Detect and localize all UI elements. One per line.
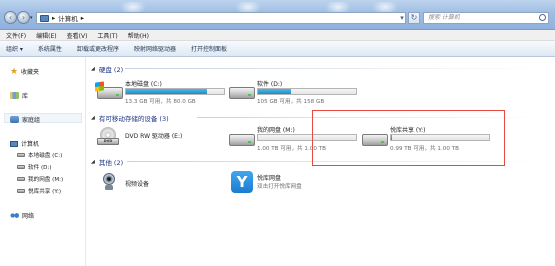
menu-file[interactable]: 文件(F) <box>6 31 26 40</box>
breadcrumb-separator[interactable]: ▸ <box>52 14 55 22</box>
breadcrumb-separator[interactable]: ▸ <box>81 14 84 22</box>
sidebar-item-drive-m[interactable]: 我的网盘 (M:) <box>17 175 63 183</box>
drive-name: 软件 (D:) <box>257 81 283 88</box>
computer-icon <box>10 140 18 147</box>
network-drive-icon <box>229 134 255 146</box>
sidebar-item-favorites[interactable]: ★ 收藏夹 <box>10 67 39 76</box>
sidebar-item-libraries[interactable]: 库 <box>10 91 28 100</box>
address-dropdown-button[interactable]: ▾ <box>397 13 407 23</box>
organize-button[interactable]: 组织 ▾ <box>6 44 23 53</box>
drive-free-space: 105 GB 可用，共 158 GB <box>257 99 325 105</box>
windows-logo-icon <box>95 81 104 92</box>
drive-tile-c[interactable]: 本地磁盘 (C:) 13.3 GB 可用，共 80.0 GB <box>95 79 225 107</box>
sidebar-item-label: 家庭组 <box>22 117 41 124</box>
hard-disk-icon <box>17 165 25 169</box>
star-icon: ★ <box>10 66 19 77</box>
sidebar-item-label: 软件 (D:) <box>28 165 52 171</box>
group-title: 硬盘 (2) <box>98 66 124 74</box>
refresh-button[interactable]: ↻ <box>408 12 420 24</box>
drive-name: DVD RW 驱动器 (E:) <box>125 133 183 140</box>
library-icon <box>10 92 19 99</box>
sidebar-item-label: 本地磁盘 (C:) <box>28 153 63 159</box>
drive-name: 我的网盘 (M:) <box>257 127 295 134</box>
sidebar-item-label: 收藏夹 <box>21 69 40 76</box>
search-placeholder: 搜索 计算机 <box>428 14 460 21</box>
forward-button[interactable]: › <box>17 11 30 24</box>
sidebar-item-label: 我的网盘 (M:) <box>28 177 64 183</box>
yueku-app-icon: Y <box>231 171 253 193</box>
group-header-hard-disks[interactable]: ◢ 硬盘 (2) <box>91 64 123 74</box>
sidebar-item-label: 网络 <box>22 213 35 220</box>
menu-tools[interactable]: 工具(T) <box>97 31 117 40</box>
drive-tile-dvd[interactable]: DVD DVD RW 驱动器 (E:) <box>95 125 205 149</box>
item-name: 悦库网盘 <box>257 175 282 182</box>
menu-bar: 文件(F) 编辑(E) 查看(V) 工具(T) 帮助(H) <box>0 30 555 41</box>
computer-icon <box>40 14 49 22</box>
sidebar-item-drive-c[interactable]: 本地磁盘 (C:) <box>17 151 62 159</box>
network-icon <box>10 212 19 219</box>
menu-help[interactable]: 帮助(H) <box>128 31 149 40</box>
sidebar-item-drive-d[interactable]: 软件 (D:) <box>17 163 52 171</box>
menu-view[interactable]: 查看(V) <box>67 31 88 40</box>
group-header-removable[interactable]: ◢ 有可移动存储的设备 (3) <box>91 113 169 123</box>
search-input[interactable]: 搜索 计算机 <box>423 12 549 24</box>
webcam-icon <box>101 173 117 191</box>
sidebar-item-label: 库 <box>22 93 29 100</box>
item-name: 视频设备 <box>125 181 150 188</box>
collapse-triangle-icon[interactable]: ◢ <box>91 115 95 121</box>
sidebar-item-drive-y[interactable]: 悦库共享 (Y:) <box>17 187 61 195</box>
drive-usage-fill <box>258 89 292 94</box>
drive-usage-bar <box>257 88 357 95</box>
homegroup-icon <box>10 116 19 123</box>
drive-free-space: 13.3 GB 可用，共 80.0 GB <box>125 99 196 105</box>
address-field[interactable]: ▸ 计算机 ▸ <box>36 12 406 24</box>
item-yueku-app[interactable]: Y 悦库网盘 双击打开悦库网盘 <box>227 171 357 197</box>
sidebar-item-computer[interactable]: 计算机 <box>10 139 39 148</box>
hard-disk-icon <box>229 87 255 99</box>
drive-usage-fill <box>126 89 208 94</box>
menu-edit[interactable]: 编辑(E) <box>36 31 56 40</box>
dvd-drive-icon: DVD <box>97 127 119 145</box>
search-icon[interactable] <box>539 14 546 21</box>
annotation-highlight-box <box>312 110 505 166</box>
navigation-pane: ★ 收藏夹 库 家庭组 计算机 本地磁盘 (C:) 软件 (D:) 我的网盘 (… <box>0 57 86 266</box>
hard-disk-icon <box>17 153 25 157</box>
recent-pages-dropdown[interactable]: ▾ <box>30 15 33 21</box>
drive-tile-d[interactable]: 软件 (D:) 105 GB 可用，共 158 GB <box>227 79 362 107</box>
back-button[interactable]: ‹ <box>4 11 17 24</box>
sidebar-item-label: 计算机 <box>21 141 40 148</box>
item-video-device[interactable]: 视频设备 <box>95 171 195 195</box>
sidebar-item-label: 悦库共享 (Y:) <box>28 189 62 195</box>
system-properties-button[interactable]: 系统属性 <box>38 44 62 53</box>
breadcrumb-computer[interactable]: 计算机 <box>58 13 78 23</box>
collapse-triangle-icon[interactable]: ◢ <box>91 66 95 72</box>
drive-usage-bar <box>125 88 225 95</box>
command-bar: 组织 ▾ 系统属性 卸载或更改程序 映射网络驱动器 打开控制面板 <box>0 41 555 57</box>
sidebar-item-homegroup[interactable]: 家庭组 <box>10 115 40 124</box>
drive-name: 本地磁盘 (C:) <box>125 81 162 88</box>
group-divider <box>125 68 545 69</box>
map-network-drive-button[interactable]: 映射网络驱动器 <box>134 44 176 53</box>
item-description: 双击打开悦库网盘 <box>257 184 302 190</box>
open-control-panel-button[interactable]: 打开控制面板 <box>191 44 227 53</box>
collapse-triangle-icon[interactable]: ◢ <box>91 159 95 165</box>
uninstall-program-button[interactable]: 卸载或更改程序 <box>77 44 119 53</box>
group-title: 有可移动存储的设备 (3) <box>98 115 169 123</box>
hard-disk-icon <box>17 189 25 193</box>
group-header-other[interactable]: ◢ 其他 (2) <box>91 157 123 167</box>
hard-disk-icon <box>17 177 25 181</box>
sidebar-item-network[interactable]: 网络 <box>10 211 34 220</box>
address-bar-area: ‹ › ▾ ▸ 计算机 ▸ ▾ ↻ 搜索 计算机 <box>0 0 555 30</box>
group-title: 其他 (2) <box>98 159 124 167</box>
